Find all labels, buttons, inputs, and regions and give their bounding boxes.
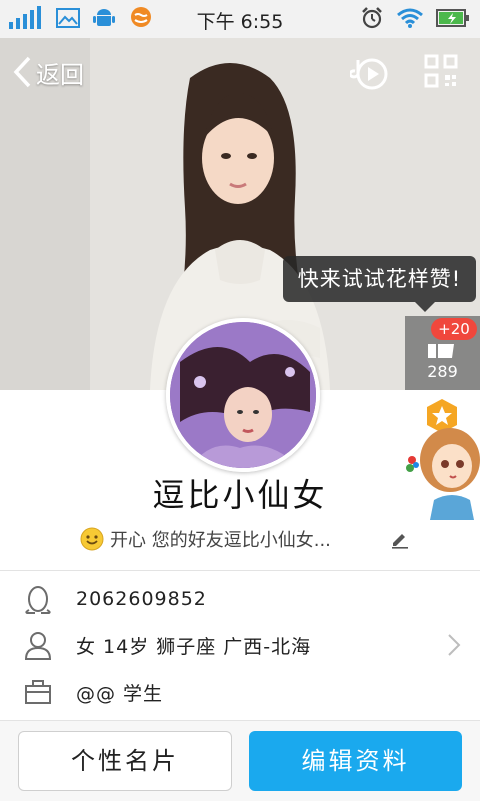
wifi-icon bbox=[397, 8, 423, 28]
alarm-icon bbox=[362, 7, 382, 29]
penguin-icon bbox=[25, 586, 51, 614]
person-icon bbox=[24, 632, 52, 660]
tooltip-arrow bbox=[415, 302, 435, 312]
chevron-right-icon bbox=[448, 634, 461, 656]
occupation-row: @@ 学生 bbox=[0, 669, 480, 715]
smile-emoji-icon bbox=[80, 527, 104, 551]
avatar[interactable] bbox=[166, 318, 320, 472]
status-bar: 下午 6:55 bbox=[0, 0, 480, 39]
divider bbox=[0, 570, 480, 571]
music-play-icon[interactable] bbox=[350, 54, 390, 94]
like-increment-badge: +20 bbox=[431, 318, 477, 340]
back-button[interactable]: 返回 bbox=[12, 52, 84, 92]
back-arrow-icon bbox=[13, 56, 31, 88]
battery-icon bbox=[436, 9, 469, 27]
back-label: 返回 bbox=[36, 60, 84, 89]
header-bar: 返回 bbox=[0, 38, 480, 104]
qr-code-icon[interactable] bbox=[424, 54, 458, 88]
nickname: 逗比小仙女 bbox=[152, 476, 328, 514]
edit-pencil-icon[interactable] bbox=[390, 529, 410, 549]
signature-row[interactable]: 开心 您的好友逗比小仙女... bbox=[80, 524, 410, 554]
qq-number: 2062609852 bbox=[76, 588, 207, 610]
profile-details-row[interactable]: 女 14岁 狮子座 广西-北海 bbox=[0, 622, 480, 668]
occupation: @@ 学生 bbox=[76, 682, 164, 705]
briefcase-icon bbox=[25, 680, 51, 704]
profile-details: 女 14岁 狮子座 广西-北海 bbox=[76, 635, 312, 658]
status-right-icons bbox=[360, 6, 470, 30]
like-count: 289 bbox=[427, 362, 458, 381]
qq-number-row: 2062609852 bbox=[0, 576, 480, 622]
avatar-image bbox=[170, 322, 316, 468]
signature-text: 开心 您的好友逗比小仙女... bbox=[110, 530, 331, 551]
edit-profile-button[interactable]: 编辑资料 bbox=[249, 731, 462, 791]
profile-card-button[interactable]: 个性名片 bbox=[18, 731, 232, 791]
like-tooltip: 快来试试花样赞! bbox=[283, 256, 476, 302]
